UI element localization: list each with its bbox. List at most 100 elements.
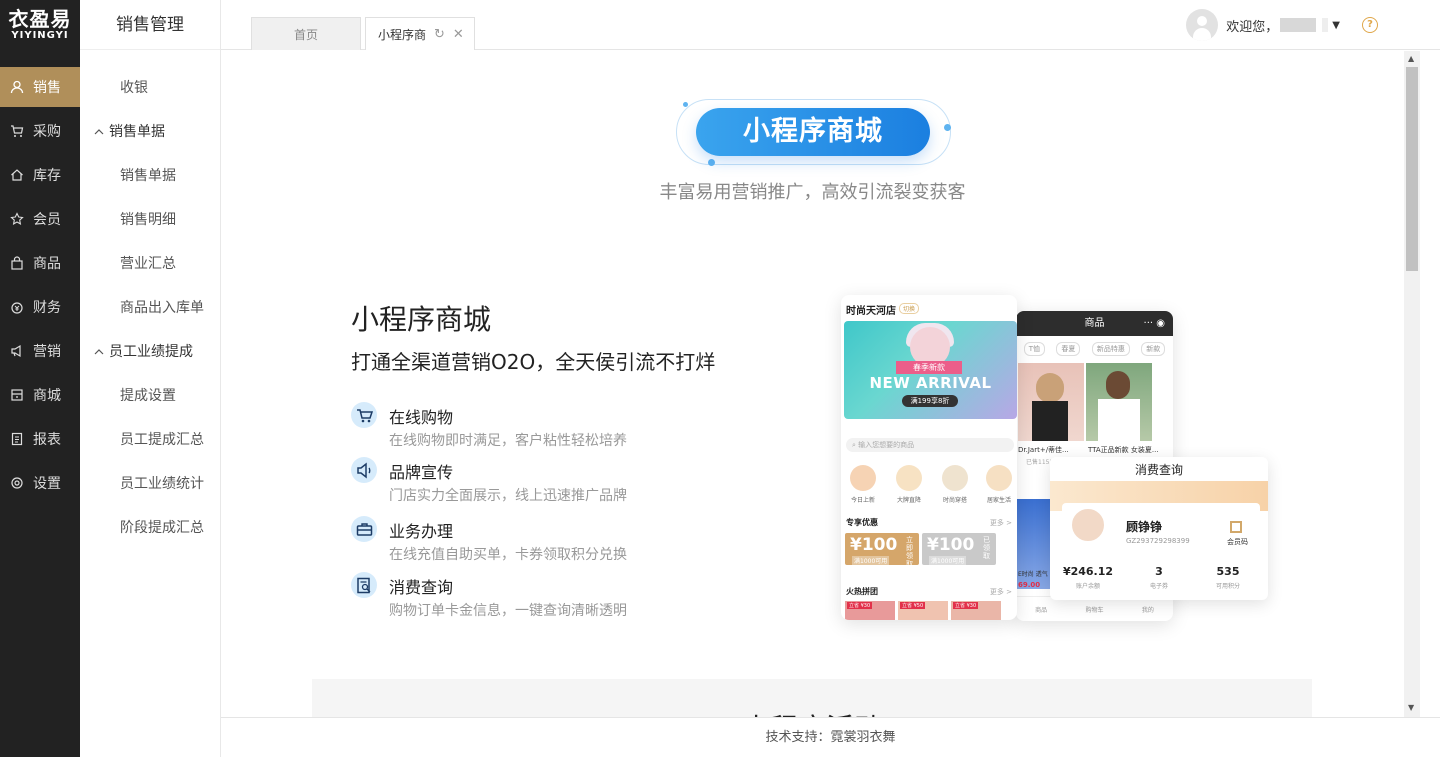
user-greeting: 欢迎您， [1226, 19, 1279, 35]
user-menu[interactable]: 欢迎您， ▼ [1186, 9, 1340, 41]
submenu-group-sales-docs[interactable]: 销售单据 [94, 122, 165, 142]
stat-balance: ¥246.12 账户余额 [1062, 565, 1114, 590]
main-nav: 衣盈易 YIYINGYI 销售 采购 库存 会员 商品 财务 营销 商城 报表 … [0, 0, 80, 757]
submenu-item-sales-detail[interactable]: 销售明细 [120, 210, 176, 230]
nav-item-goods[interactable]: 商品 [0, 243, 80, 283]
avatar [1186, 9, 1219, 41]
submenu-group-commission[interactable]: 员工业绩提成 [94, 342, 193, 362]
content-scrollbar[interactable]: ▲ ▼ [1404, 51, 1420, 717]
app-root: 衣盈易 YIYINGYI 销售 采购 库存 会员 商品 财务 营销 商城 报表 … [0, 0, 1440, 757]
card-title: 消费查询 [1134, 463, 1183, 477]
submenu-item-business-summary[interactable]: 营业汇总 [120, 254, 176, 274]
chip: 新品特惠 [1091, 342, 1130, 356]
feature-name: 业务办理 [389, 522, 454, 541]
tab-mini-mall[interactable]: 小程序商 ↻ ✕ [365, 17, 475, 50]
submenu-item-performance-stats[interactable]: 员工业绩统计 [120, 474, 204, 494]
nav-item-sales[interactable]: 销售 [0, 67, 80, 107]
feature-subtitle: 打通全渠道营销O2O，全天侯引流不打烊 [351, 350, 716, 374]
next-section-title: 小程序活动 [312, 707, 1312, 717]
feature-desc: 门店实力全面展示，线上迅速推广品牌 [389, 488, 627, 504]
member-code-label: 会员码 [1227, 538, 1248, 546]
submenu-item-stock-io[interactable]: 商品出入库单 [120, 298, 204, 318]
product-price: 69.00 [1018, 581, 1041, 589]
bottom-nav-item: 购物车 [1085, 606, 1104, 614]
money-icon [11, 302, 23, 314]
submenu-item-commission-summary[interactable]: 员工提成汇总 [120, 430, 204, 450]
decor-dot [944, 124, 951, 131]
nav-label: 商城 [33, 388, 61, 404]
chip: 新款 [1141, 342, 1166, 356]
megaphone-icon [11, 344, 21, 358]
cart-icon [11, 125, 24, 137]
feature-brand-promo: 品牌宣传 门店实力全面展示，线上迅速推广品牌 [351, 457, 771, 507]
user-icon [10, 80, 24, 94]
nav-item-report[interactable]: 报表 [0, 419, 80, 459]
nav-label: 销售 [33, 80, 61, 96]
coupon-value: ¥100 [850, 535, 898, 555]
scroll-thumb[interactable] [1406, 67, 1418, 271]
product-name: E时尚 透气 [1018, 571, 1048, 578]
group-buy-thumb: 立省 ¥30 [845, 601, 895, 620]
nav-label: 财务 [33, 300, 61, 316]
coupon-action: 已领取 [983, 536, 990, 560]
report-icon [11, 432, 23, 446]
hero-subtitle: 丰富易用营销推广，高效引流裂变获客 [659, 182, 966, 203]
nav-item-settings[interactable]: 设置 [0, 463, 80, 503]
tab-home[interactable]: 首页 [251, 17, 361, 50]
submenu-group-label: 员工业绩提成 [109, 344, 193, 360]
mockup-goods-title: 商品 [1084, 318, 1105, 329]
nav-label: 报表 [33, 432, 61, 448]
submenu-title: 销售管理 [80, 0, 220, 50]
top-header: 首页 小程序商 ↻ ✕ 欢迎您， ▼ ? [221, 0, 1440, 50]
shop-switch-badge: 切换 [899, 303, 920, 314]
product-photo [1086, 363, 1152, 441]
star-icon [10, 212, 24, 225]
product-name: TTA正品新款 女装夏... [1088, 446, 1159, 454]
coupon-note: 满1000可用 [852, 556, 890, 565]
close-icon[interactable]: ✕ [453, 27, 464, 42]
nav-item-member[interactable]: 会员 [0, 199, 80, 239]
submenu-group-label: 销售单据 [109, 124, 165, 140]
group-buy-thumb: 立省 ¥30 [951, 601, 1001, 620]
more-link: 更多 > [989, 519, 1012, 527]
nav-item-finance[interactable]: 财务 [0, 287, 80, 327]
member-id: GZ293729298399 [1126, 537, 1190, 545]
username-redacted [1322, 18, 1329, 32]
shop-name: 时尚天河店 [846, 306, 896, 317]
scroll-down-icon[interactable]: ▼ [1408, 703, 1414, 712]
banner-headline: NEW ARRIVAL [869, 374, 992, 392]
nav-label: 营销 [33, 344, 61, 360]
promo-banner: 春季新款 NEW ARRIVAL 满199享8折 [844, 321, 1017, 419]
submenu-item-cashier[interactable]: 收银 [120, 78, 148, 98]
feature-online-shopping: 在线购物 在线购物即时满足，客户粘性轻松培养 [351, 402, 771, 452]
banner-deal: 满199享8折 [902, 395, 958, 407]
feature-business: 业务办理 在线充值自助买单，卡券领取积分兑换 [351, 516, 771, 566]
nav-label: 商品 [33, 256, 61, 272]
coupon-note: 满1000可用 [929, 556, 967, 565]
coupon-value: ¥100 [927, 535, 975, 555]
nav-item-inventory[interactable]: 库存 [0, 155, 80, 195]
submenu-item-stage-commission[interactable]: 阶段提成汇总 [120, 518, 204, 538]
nav-item-purchase[interactable]: 采购 [0, 111, 80, 151]
help-icon[interactable]: ? [1362, 17, 1378, 33]
refresh-icon[interactable]: ↻ [434, 27, 445, 42]
nav-item-marketing[interactable]: 营销 [0, 331, 80, 371]
username-redacted [1280, 18, 1317, 32]
briefcase-icon [356, 523, 373, 536]
gear-icon [11, 477, 23, 489]
group-buy-thumb: 立省 ¥50 [898, 601, 948, 620]
bag-icon [11, 256, 23, 270]
more-link: 更多 > [989, 588, 1012, 596]
scroll-up-icon[interactable]: ▲ [1408, 54, 1414, 63]
submenu-item-commission-settings[interactable]: 提成设置 [120, 386, 176, 406]
bottom-nav-item: 我的 [1141, 606, 1154, 614]
consumption-query-card: 消费查询 顾铮铮 GZ293729298399 会员码 ¥246.12 账户余额 … [1050, 457, 1268, 600]
category-item: 大牌直降 [895, 465, 923, 504]
coupon-card: ¥100 满1000可用 已领取 [922, 533, 996, 565]
hot-section-title: 火热拼团 [846, 587, 878, 596]
tab-label: 首页 [293, 27, 318, 42]
submenu-item-sales-docs[interactable]: 销售单据 [120, 166, 176, 186]
next-section: 小程序活动 [312, 679, 1312, 717]
nav-item-mall[interactable]: 商城 [0, 375, 80, 415]
phone-mockup-shop: 时尚天河店 切换 春季新款 NEW ARRIVAL 满199享8折 ⌕ 输入您想… [841, 295, 1017, 620]
